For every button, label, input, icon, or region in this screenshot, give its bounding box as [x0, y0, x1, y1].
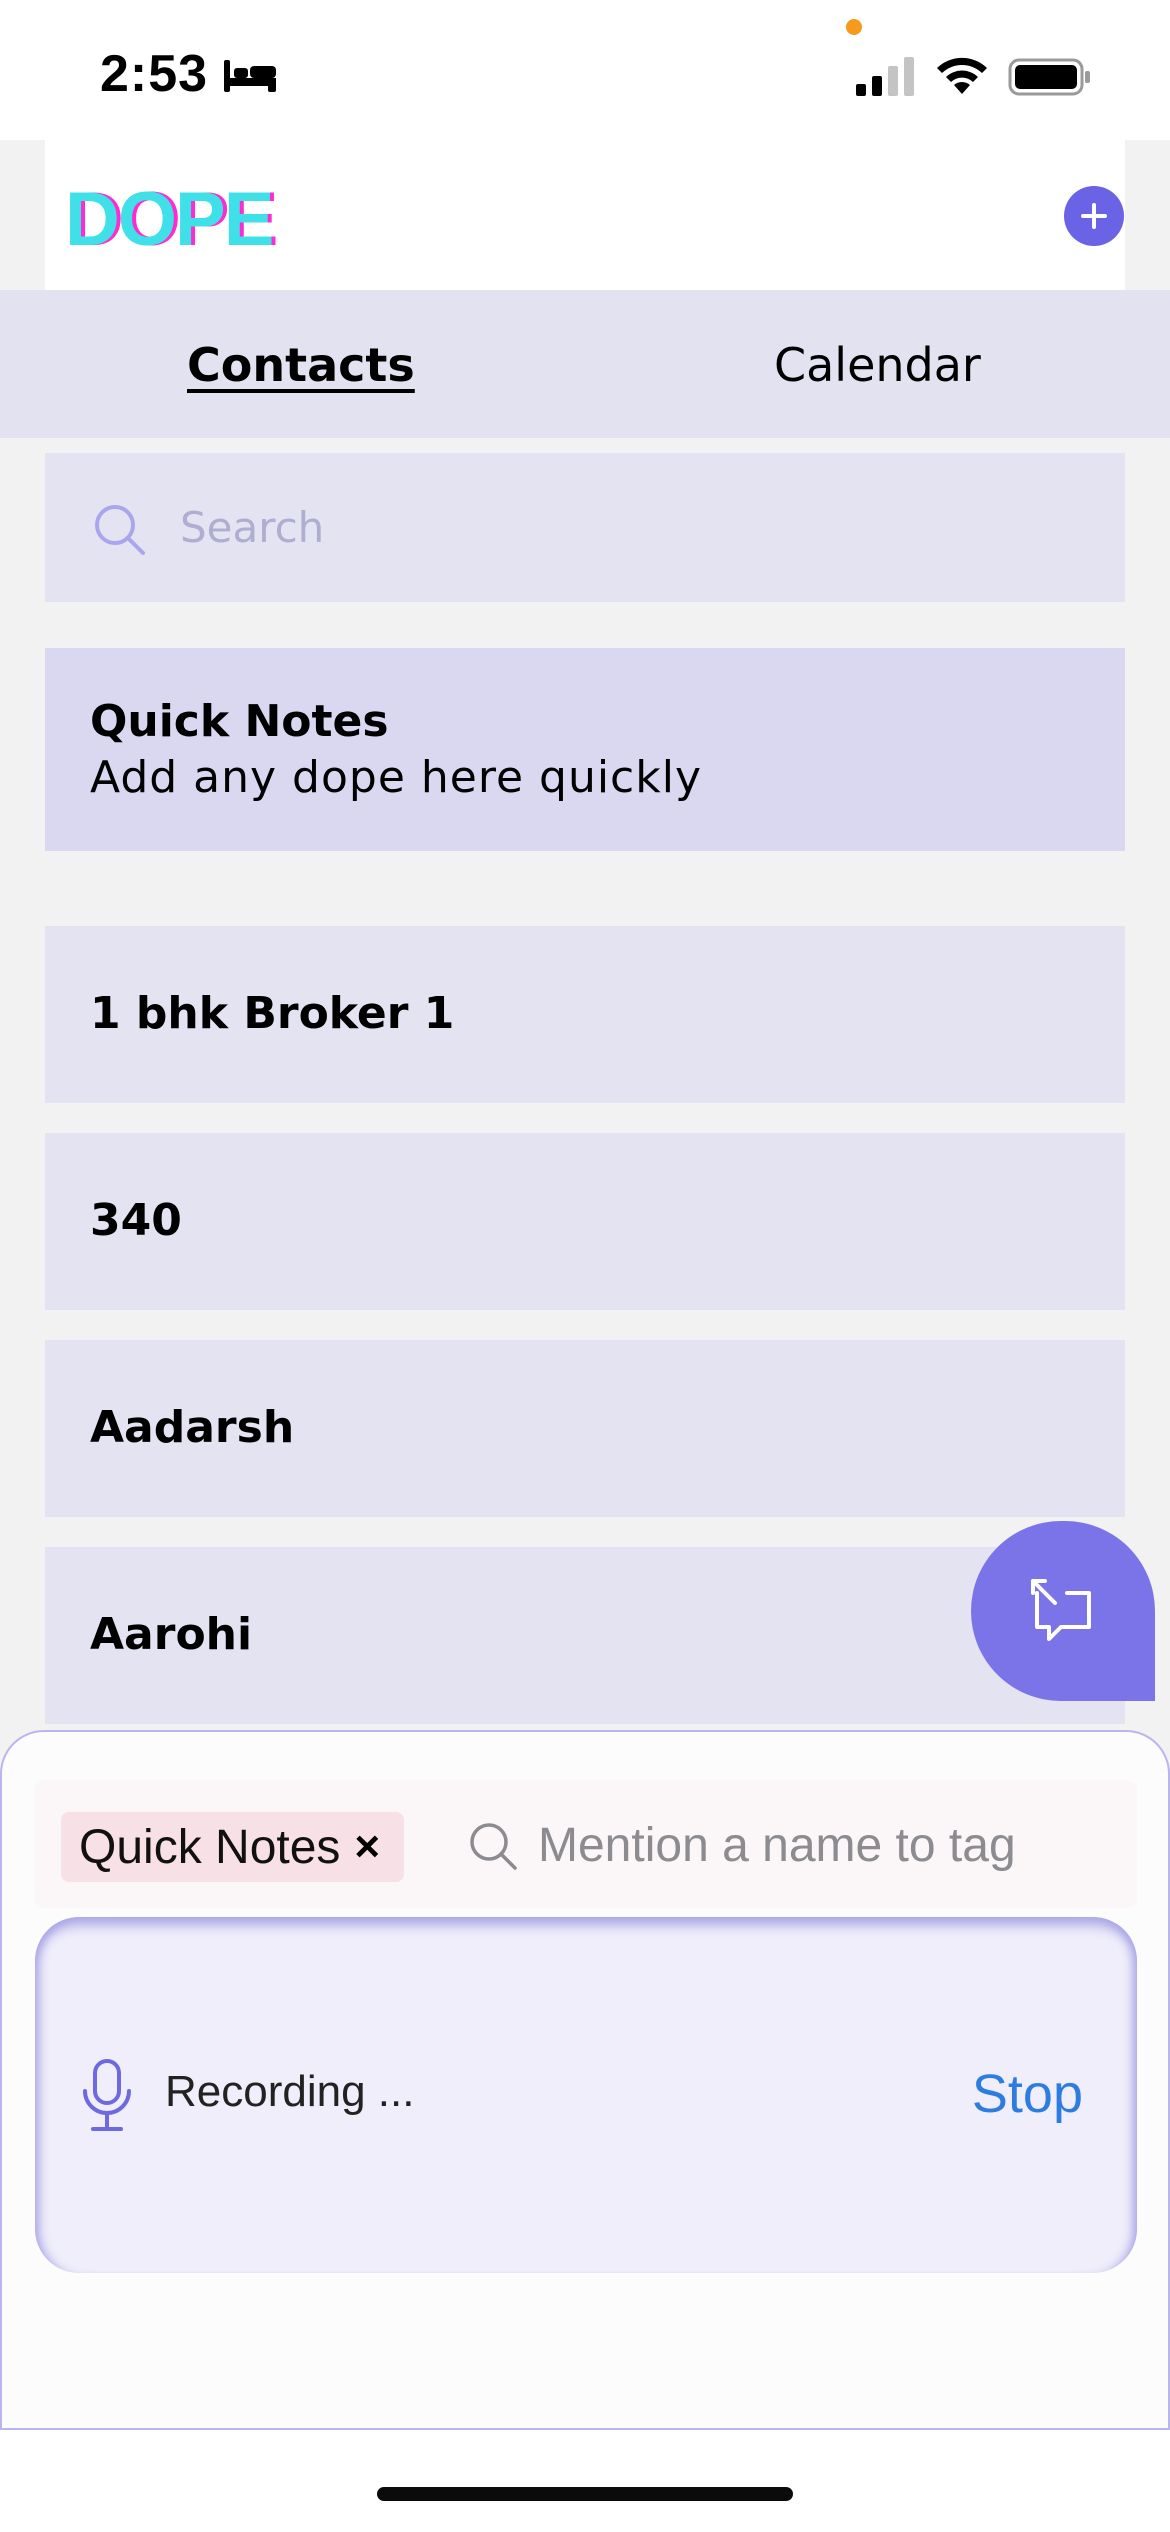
battery-icon: [1008, 58, 1090, 96]
contact-name: 340: [90, 1195, 182, 1246]
app-logo: DOPE: [65, 177, 274, 262]
stop-button[interactable]: Stop: [972, 2063, 1083, 2125]
tag-chip-quick-notes[interactable]: Quick Notes ×: [61, 1812, 405, 1882]
search-icon: [95, 505, 145, 555]
tab-calendar[interactable]: Calendar: [774, 338, 981, 392]
chat-fab-button[interactable]: [971, 1521, 1155, 1701]
app-header: DOPE: [45, 140, 1125, 290]
list-item[interactable]: 340: [45, 1133, 1125, 1310]
tab-contacts[interactable]: Contacts: [187, 338, 415, 392]
bed-icon: [224, 60, 276, 92]
chat-expand-icon: [1031, 1579, 1091, 1641]
search-input[interactable]: Search: [45, 453, 1125, 602]
quick-notes-title: Quick Notes: [90, 696, 389, 747]
list-item[interactable]: 1 bhk Broker 1: [45, 926, 1125, 1103]
tab-bar: Contacts Calendar: [0, 290, 1170, 438]
plus-icon: [1081, 203, 1107, 229]
privacy-indicator: [846, 19, 862, 35]
quick-notes-card[interactable]: Quick Notes Add any dope here quickly: [45, 648, 1125, 851]
tag-chip-label: Quick Notes: [79, 1820, 341, 1874]
close-icon[interactable]: ×: [354, 1822, 380, 1872]
contact-name: Aarohi: [90, 1609, 253, 1660]
microphone-icon: [83, 2059, 131, 2131]
list-item[interactable]: Aarohi: [45, 1547, 1125, 1724]
list-item[interactable]: Aadarsh: [45, 1340, 1125, 1517]
recording-status: Recording ...: [165, 2067, 415, 2116]
search-icon: [470, 1823, 517, 1870]
quick-note-sheet: Quick Notes × Mention a name to tag Reco…: [0, 1730, 1170, 2430]
add-button[interactable]: [1064, 186, 1124, 246]
tag-bar: Quick Notes × Mention a name to tag: [35, 1780, 1137, 1908]
search-placeholder: Search: [180, 503, 325, 552]
status-time: 2:53: [100, 45, 209, 103]
recording-panel: Recording ... Stop: [35, 1917, 1137, 2273]
home-indicator[interactable]: [377, 2487, 793, 2501]
quick-notes-subtitle: Add any dope here quickly: [90, 752, 702, 803]
bottom-safe-area: [0, 2430, 1170, 2532]
contact-name: 1 bhk Broker 1: [90, 988, 455, 1039]
wifi-icon: [937, 57, 987, 94]
mention-input[interactable]: Mention a name to tag: [538, 1818, 1016, 1873]
signal-icon: [856, 57, 914, 96]
contact-name: Aadarsh: [90, 1402, 295, 1453]
status-bar: 2:53: [0, 0, 1170, 140]
